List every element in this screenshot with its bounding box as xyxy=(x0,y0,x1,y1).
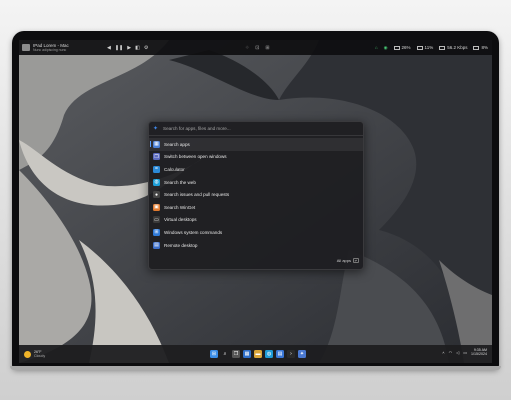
remote-desktop-icon: ▤ xyxy=(153,241,160,249)
system-stats: ⌂ ◉ 26% 11% 56.2 Kbps 8% xyxy=(375,45,488,51)
clock[interactable]: 9:35 AM 1/15/2024 xyxy=(471,348,487,357)
prev-icon[interactable]: ◀ xyxy=(107,45,111,51)
github-icon: ● xyxy=(153,191,160,199)
package-icon: ▣ xyxy=(153,203,160,211)
result-item[interactable]: ▤ Remote desktop xyxy=(149,239,363,252)
result-item[interactable]: ▭ Virtual desktops xyxy=(149,214,363,227)
clock-date: 1/15/2024 xyxy=(471,352,487,357)
result-label: Search WinGet xyxy=(164,204,196,210)
disk-icon xyxy=(473,45,480,50)
desktop-icon: ▭ xyxy=(153,216,160,224)
globe-icon: ◍ xyxy=(153,178,160,186)
app-thumbnail-icon xyxy=(22,44,30,51)
top-bar: IPad Lorem - Mac Nunc adipiscing nunc ◀ … xyxy=(19,40,492,55)
result-item[interactable]: ❐ Switch between open windows xyxy=(149,151,363,164)
edge-icon[interactable]: ◍ xyxy=(265,350,273,358)
results-list: ▦ Search apps ❐ Switch between open windows… xyxy=(149,136,363,251)
all-apps-button[interactable]: All apps ↵ xyxy=(337,258,359,263)
result-item[interactable]: ⊞ Windows system commands xyxy=(149,226,363,239)
result-item[interactable]: ◍ Search the web xyxy=(149,176,363,189)
widgets-icon[interactable]: ▦ xyxy=(243,350,251,358)
disk-stat: 8% xyxy=(473,45,488,50)
speaker-icon[interactable]: ◁ xyxy=(456,350,459,355)
play-icon[interactable]: ❚❚ xyxy=(115,45,123,51)
settings-icon[interactable]: ⚙ xyxy=(144,45,148,51)
result-label: Search issues and pull requests xyxy=(164,192,230,198)
power-icon[interactable]: ◉ xyxy=(384,45,388,51)
center-indicators: ⁘ ⊡ ⊞ xyxy=(245,45,270,51)
result-label: Virtual desktops xyxy=(164,217,197,223)
calculator-icon: = xyxy=(153,165,160,173)
store-icon[interactable]: ▤ xyxy=(276,350,284,358)
weather-widget[interactable]: 26°F Cloudy xyxy=(24,350,45,358)
memory-icon xyxy=(416,45,423,50)
memory-stat: 11% xyxy=(416,45,434,50)
result-label: Calculator xyxy=(164,166,185,172)
media-controls: ◀ ❚❚ ▶ ◧ ⚙ xyxy=(107,45,148,51)
taskbar-apps: ⊞ ⌕ ❐ ▦ ▬ ◍ ▤ › ✦ xyxy=(210,350,306,358)
result-label: Remote desktop xyxy=(164,242,198,248)
cpu-value: 26% xyxy=(401,45,411,50)
windows-icon: ❐ xyxy=(153,153,160,161)
search-input[interactable] xyxy=(163,126,344,131)
network-stat: 56.2 Kbps xyxy=(439,45,467,50)
taskbar: 26°F Cloudy ⊞ ⌕ ❐ ▦ ▬ ◍ ▤ › ✦ ˄ ◠ ◁ ▭ 9:35 AM 1/… xyxy=(19,345,492,363)
enter-key-icon: ↵ xyxy=(353,258,359,263)
search-icon: ✦ xyxy=(153,126,159,132)
wifi-icon[interactable]: ◠ xyxy=(449,350,453,355)
network-icon xyxy=(439,45,446,50)
result-item[interactable]: ▣ Search WinGet xyxy=(149,201,363,214)
disk-value: 8% xyxy=(481,45,488,50)
start-icon[interactable]: ⊞ xyxy=(210,350,218,358)
task-view-icon[interactable]: ❐ xyxy=(232,350,240,358)
laptop-base xyxy=(10,366,501,370)
weather-condition: Cloudy xyxy=(34,354,46,358)
camera-icon[interactable]: ⊡ xyxy=(255,45,259,51)
network-value: 56.2 Kbps xyxy=(447,45,468,50)
search-bar: ✦ xyxy=(149,122,363,136)
cpu-stat: 26% xyxy=(393,45,411,50)
app-subtitle: Nunc adipiscing nunc xyxy=(33,47,67,52)
dots-icon: ⁘ xyxy=(245,44,250,51)
result-item[interactable]: = Calculator xyxy=(149,163,363,176)
leaf-icon[interactable]: ⌂ xyxy=(375,45,378,50)
cpu-icon xyxy=(393,45,400,50)
chevron-up-icon[interactable]: ˄ xyxy=(442,350,444,355)
all-apps-label: All apps xyxy=(336,258,351,263)
search-icon[interactable]: ⌕ xyxy=(221,350,229,358)
system-tray: ˄ ◠ ◁ ▭ 9:35 AM 1/15/2024 xyxy=(442,348,487,357)
search-apps-icon: ▦ xyxy=(153,140,160,148)
windows-logo-icon: ⊞ xyxy=(153,228,160,236)
memory-value: 11% xyxy=(424,45,434,50)
command-palette: ✦ ▦ Search apps ❐ Switch between open windo… xyxy=(148,121,364,270)
result-label: Search apps xyxy=(164,141,190,147)
result-label: Windows system commands xyxy=(164,229,223,235)
result-label: Switch between open windows xyxy=(164,154,227,160)
desktop-screen: IPad Lorem - Mac Nunc adipiscing nunc ◀ … xyxy=(19,40,492,363)
result-item[interactable]: ▦ Search apps xyxy=(149,138,363,151)
sun-icon xyxy=(24,350,31,358)
media-app-info[interactable]: IPad Lorem - Mac Nunc adipiscing nunc xyxy=(19,43,107,53)
run-icon[interactable]: ✦ xyxy=(298,350,306,358)
volume-icon[interactable]: ◧ xyxy=(135,45,140,51)
capture-icon[interactable]: ⊞ xyxy=(265,45,269,51)
terminal-icon[interactable]: › xyxy=(287,350,295,358)
battery-icon[interactable]: ▭ xyxy=(463,350,467,355)
next-icon[interactable]: ▶ xyxy=(127,45,131,51)
result-label: Search the web xyxy=(164,179,196,185)
file-explorer-icon[interactable]: ▬ xyxy=(254,350,262,358)
result-item[interactable]: ● Search issues and pull requests xyxy=(149,188,363,201)
